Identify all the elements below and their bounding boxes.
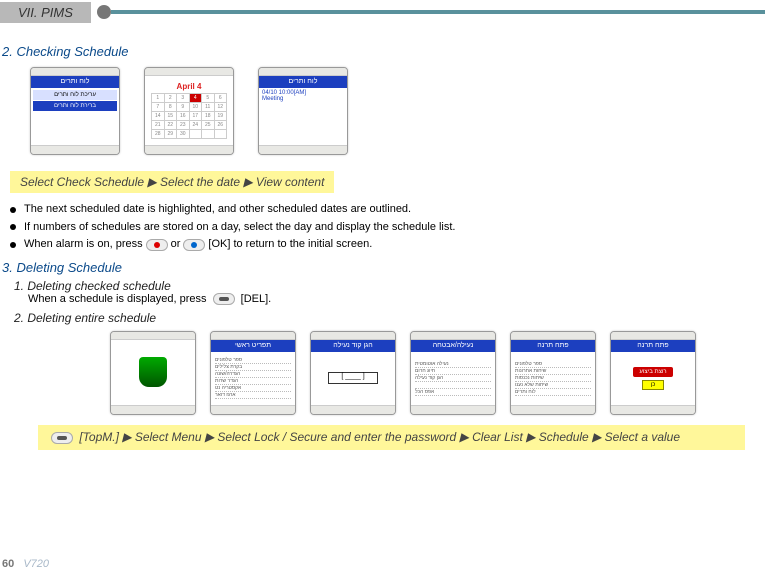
phone-b2: תפריט ראשי ספר טלפוניםבקרת צליליםהגדרה/ש… bbox=[210, 331, 296, 415]
section-3-title: 3. Deleting Schedule bbox=[2, 260, 765, 275]
phone-b6: פתח תרנה רוצת ביצוע כן bbox=[610, 331, 696, 415]
chapter-rule bbox=[111, 10, 765, 14]
calendar-grid: 123456 789101112 141516171819 2122232425… bbox=[151, 93, 227, 139]
instruction-bar-2: [TopM.] ▶ Select Menu ▶ Select Lock / Se… bbox=[38, 425, 745, 450]
shield-icon bbox=[139, 357, 167, 387]
password-input-slot: [ ____ ] bbox=[328, 372, 378, 384]
bullet-3: When alarm is on, press or [OK] to retur… bbox=[10, 236, 765, 254]
phone-b5: פתח תרנה ספר טלפוניםשיחות אחרונותשיחות נ… bbox=[510, 331, 596, 415]
sec3-item1-head: 1. Deleting checked schedule bbox=[14, 279, 765, 293]
phone-screenshot-1: לוח ותרים עריכת לוח ותרים ברירת לוח ותרי… bbox=[30, 67, 120, 155]
phone1-header: לוח ותרים bbox=[31, 76, 119, 88]
chapter-label: VII. PIMS bbox=[0, 2, 91, 23]
page-footer: 60 V720 bbox=[2, 558, 49, 570]
sec3-item2-head: 2. Deleting entire schedule bbox=[14, 311, 765, 325]
bullet-list-1: The next scheduled date is highlighted, … bbox=[10, 201, 765, 254]
top-bar: VII. PIMS bbox=[0, 0, 765, 24]
sec3-item1-desc: When a schedule is displayed, press [DEL… bbox=[28, 293, 765, 305]
page-number: 60 bbox=[2, 558, 14, 570]
ok-key-icon bbox=[183, 239, 205, 251]
phone-b4: נעילה/אבטחה נעילה אוטומטיתחיוג חרוםהגן ק… bbox=[410, 331, 496, 415]
chapter-dot bbox=[97, 5, 111, 19]
del-key-icon bbox=[213, 293, 235, 305]
phone-b3: הגן קוד נעילה [ ____ ] bbox=[310, 331, 396, 415]
instruction-bar-1: Select Check Schedule ▶ Select the date … bbox=[10, 171, 334, 193]
end-key-icon bbox=[146, 239, 168, 251]
topm-key-icon bbox=[51, 432, 73, 444]
phone3-header: לוח ותרים bbox=[259, 76, 347, 88]
phone-b1 bbox=[110, 331, 196, 415]
calendar-title: April 4 bbox=[177, 82, 202, 91]
phone-screenshot-2: April 4 123456 789101112 141516171819 21… bbox=[144, 67, 234, 155]
bullet-2: If numbers of schedules are stored on a … bbox=[10, 219, 765, 237]
section-2-title: 2. Checking Schedule bbox=[2, 44, 765, 59]
model-label: V720 bbox=[23, 558, 49, 570]
phone-row-1: לוח ותרים עריכת לוח ותרים ברירת לוח ותרי… bbox=[30, 67, 765, 155]
bullet-1: The next scheduled date is highlighted, … bbox=[10, 201, 765, 219]
phone-screenshot-3: לוח ותרים 04/10 10:00[AM] Meeting bbox=[258, 67, 348, 155]
phone-row-2: תפריט ראשי ספר טלפוניםבקרת צליליםהגדרה/ש… bbox=[110, 331, 765, 415]
